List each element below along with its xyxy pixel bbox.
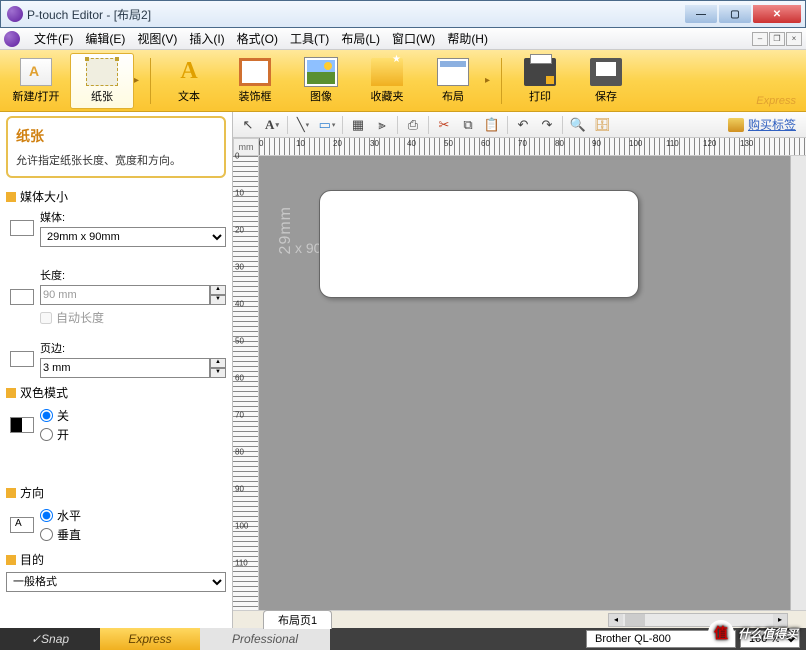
margin-down[interactable]: ▼ (210, 368, 226, 378)
canvas[interactable]: 29mm x 90mm (259, 156, 806, 610)
ribbon-expand-2[interactable]: ▸ (485, 75, 495, 86)
orient-horizontal[interactable]: 水平 (40, 507, 226, 524)
sheet-tab[interactable]: 布局页1 (263, 610, 332, 629)
two-color-off[interactable]: 关 (40, 407, 226, 424)
menu-file[interactable]: 文件(F) (28, 28, 79, 49)
menu-help[interactable]: 帮助(H) (441, 28, 494, 49)
title-bar: P-touch Editor - [布局2] — ▢ ✕ (0, 0, 806, 28)
two-color-icon (10, 417, 34, 433)
tool-line[interactable]: ╲ (292, 115, 314, 135)
section-two-color: 双色模式 (6, 384, 226, 401)
app-menu-icon[interactable] (4, 31, 20, 47)
ribbon-new[interactable]: 新建/打开 (4, 53, 68, 109)
window-title: P-touch Editor - [布局2] (27, 6, 685, 23)
purpose-select[interactable]: 一般格式 (6, 572, 226, 592)
margin-input[interactable] (40, 358, 210, 378)
menu-format[interactable]: 格式(O) (231, 28, 284, 49)
margin-up[interactable]: ▲ (210, 358, 226, 368)
ribbon-text[interactable]: A文本 (157, 53, 221, 109)
sheet-tab-row: 布局页1 ◂▸ (233, 610, 806, 628)
length-up[interactable]: ▲ (210, 285, 226, 295)
ribbon-save[interactable]: 保存 (574, 53, 638, 109)
margin-icon (10, 351, 34, 367)
ribbon-print[interactable]: 打印 (508, 53, 572, 109)
ribbon-expand-1[interactable]: ▸ (134, 75, 144, 86)
tool-pointer[interactable]: ↖ (237, 115, 259, 135)
ruler-vertical: 0102030405060708090100110 (233, 156, 259, 610)
menu-tool[interactable]: 工具(T) (284, 28, 335, 49)
menu-insert[interactable]: 插入(I) (183, 28, 230, 49)
tool-rect[interactable]: ▭ (316, 115, 338, 135)
tool-database[interactable]: 🗄 (591, 115, 613, 135)
mode-professional[interactable]: Professional (200, 628, 330, 650)
tool-copy[interactable]: ⧉ (457, 115, 479, 135)
length-label: 长度: (40, 267, 226, 283)
mode-express[interactable]: Express (100, 628, 200, 650)
hint-desc: 允许指定纸张长度、宽度和方向。 (16, 152, 216, 168)
minimize-button[interactable]: — (685, 5, 717, 23)
margin-label: 页边: (40, 340, 226, 356)
menu-bar: 文件(F) 编辑(E) 视图(V) 插入(I) 格式(O) 工具(T) 布局(L… (0, 28, 806, 50)
length-input[interactable] (40, 285, 210, 305)
tool-paste[interactable]: 📋 (481, 115, 503, 135)
menu-edit[interactable]: 编辑(E) (79, 28, 131, 49)
auto-length-checkbox[interactable]: 自动长度 (40, 309, 226, 326)
section-purpose: 目的 (6, 551, 226, 568)
tool-text[interactable]: A (261, 115, 283, 135)
length-down[interactable]: ▼ (210, 295, 226, 305)
close-button[interactable]: ✕ (753, 5, 801, 23)
tool-redo[interactable]: ↷ (536, 115, 558, 135)
media-select[interactable]: 29mm x 90mm (40, 227, 226, 247)
ribbon-mode-label: Express (756, 95, 796, 107)
mdi-minimize[interactable]: – (752, 32, 768, 46)
label-shape[interactable] (319, 190, 639, 298)
hint-title: 纸张 (16, 126, 216, 146)
mode-snap[interactable]: ✓ Snap (0, 628, 100, 650)
length-icon (10, 289, 34, 305)
tool-table[interactable]: ▦ (347, 115, 369, 135)
section-orientation: 方向 (6, 484, 226, 501)
two-color-on[interactable]: 开 (40, 426, 226, 443)
menu-view[interactable]: 视图(V) (131, 28, 183, 49)
menu-layout[interactable]: 布局(L) (335, 28, 386, 49)
scrollbar-horizontal[interactable]: ◂▸ (608, 613, 788, 627)
ribbon-frame[interactable]: 装饰框 (223, 53, 287, 109)
buy-label-link[interactable]: 购买标签 (728, 116, 802, 133)
status-bar: ✓ Snap Express Professional Brother QL-8… (0, 628, 806, 650)
mdi-close[interactable]: × (786, 32, 802, 46)
section-media-size: 媒体大小 (6, 188, 226, 205)
tool-align[interactable]: ⫸ (371, 115, 393, 135)
ruler-horizontal: 0102030405060708090100110120130 (259, 138, 806, 156)
maximize-button[interactable]: ▢ (719, 5, 751, 23)
tool-zoom[interactable]: 🔍 (567, 115, 589, 135)
tool-cut[interactable]: ✂ (433, 115, 455, 135)
toolbar: ↖ A ╲ ▭ ▦ ⫸ ⎙ ✂ ⧉ 📋 ↶ ↷ 🔍 🗄 购买标签 (233, 112, 806, 138)
orient-icon: A (10, 517, 34, 533)
ribbon: 新建/打开 纸张 ▸ A文本 装饰框 图像 收藏夹 布局 ▸ 打印 保存 Exp… (0, 50, 806, 112)
tool-print[interactable]: ⎙ (402, 115, 424, 135)
app-icon (7, 6, 23, 22)
menu-window[interactable]: 窗口(W) (386, 28, 441, 49)
media-label: 媒体: (40, 209, 226, 225)
printer-select[interactable]: Brother QL-800 (586, 630, 736, 648)
orient-vertical[interactable]: 垂直 (40, 526, 226, 543)
ribbon-image[interactable]: 图像 (289, 53, 353, 109)
ribbon-layout[interactable]: 布局 (421, 53, 485, 109)
media-icon (10, 220, 34, 236)
tool-undo[interactable]: ↶ (512, 115, 534, 135)
ribbon-favorite[interactable]: 收藏夹 (355, 53, 419, 109)
side-panel: 纸张 允许指定纸张长度、宽度和方向。 媒体大小 媒体: 29mm x 90mm … (0, 112, 233, 628)
hint-box: 纸张 允许指定纸张长度、宽度和方向。 (6, 116, 226, 178)
ribbon-paper[interactable]: 纸张 (70, 53, 134, 109)
scrollbar-vertical[interactable] (790, 156, 806, 610)
zoom-select[interactable]: 100 % (740, 630, 800, 648)
mdi-restore[interactable]: ❐ (769, 32, 785, 46)
label-dim-1: 29mm (277, 206, 295, 254)
